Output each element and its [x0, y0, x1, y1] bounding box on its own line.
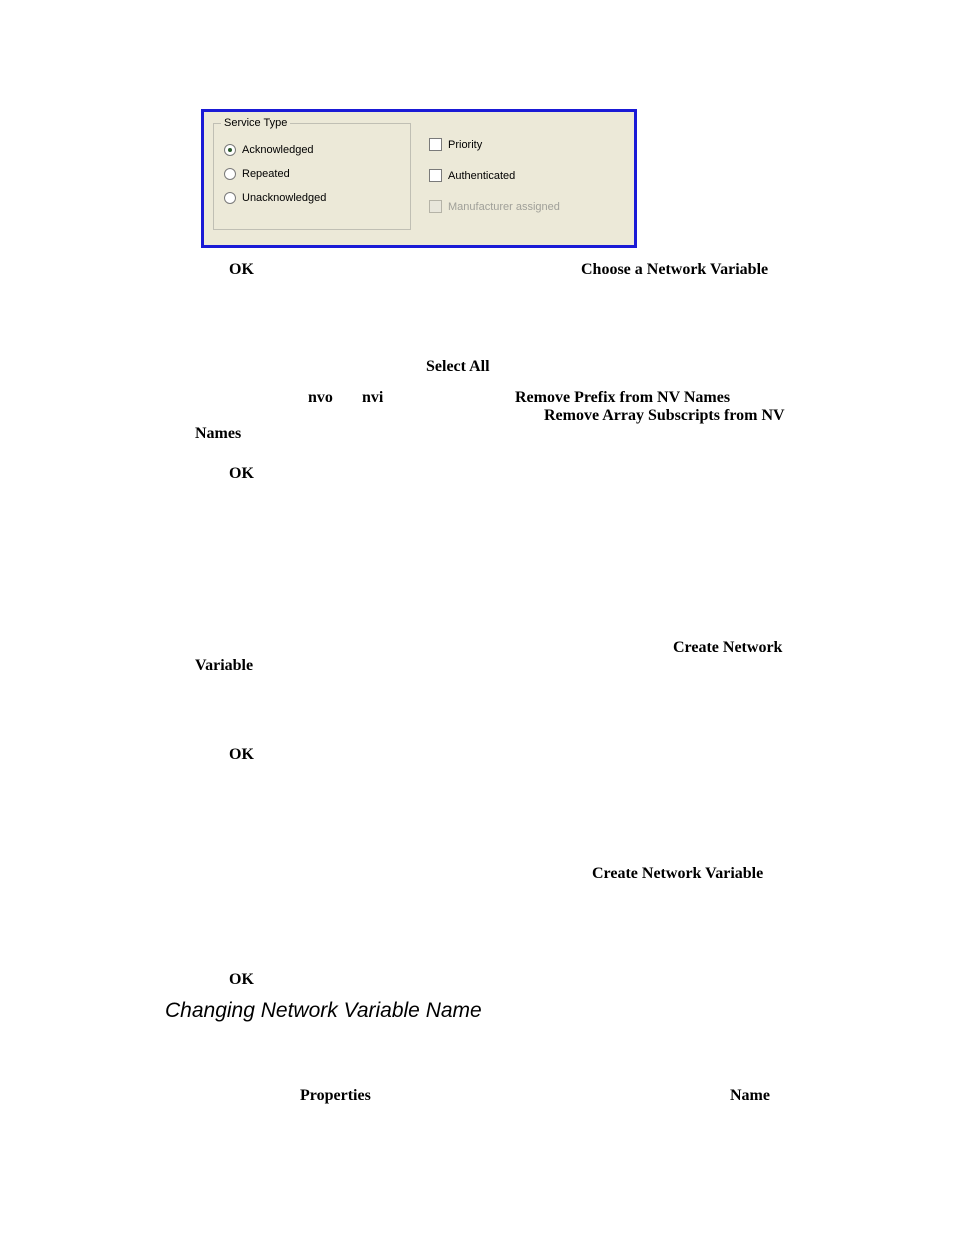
checkbox-icon: [429, 138, 442, 151]
properties-label: Properties: [300, 1087, 371, 1105]
nvo-prefix: nvo: [308, 389, 333, 407]
radio-icon: [224, 168, 236, 180]
radio-unacknowledged[interactable]: Unacknowledged: [224, 192, 326, 204]
radio-label: Acknowledged: [242, 144, 314, 156]
remove-prefix-label: Remove Prefix from NV Names: [515, 389, 730, 407]
checkbox-icon: [429, 200, 442, 213]
checkbox-priority[interactable]: Priority: [429, 138, 482, 151]
checkbox-label: Priority: [448, 139, 482, 151]
checkbox-label: Manufacturer assigned: [448, 201, 560, 213]
section-heading: Changing Network Variable Name: [165, 999, 482, 1023]
checkbox-label: Authenticated: [448, 170, 515, 182]
create-network-label: Create Network: [673, 639, 782, 657]
nvi-prefix: nvi: [362, 389, 383, 407]
create-network-variable-label: Create Network Variable: [592, 865, 763, 883]
choose-network-variable-label: Choose a Network Variable: [581, 261, 768, 279]
checkbox-manufacturer-assigned: Manufacturer assigned: [429, 200, 560, 213]
radio-icon: [224, 192, 236, 204]
radio-label: Unacknowledged: [242, 192, 326, 204]
checkbox-authenticated[interactable]: Authenticated: [429, 169, 515, 182]
service-type-dialog: Service Type Acknowledged Repeated Unack…: [201, 109, 637, 248]
names-label: Names: [195, 425, 241, 443]
ok-button-label: OK: [229, 971, 254, 989]
radio-repeated[interactable]: Repeated: [224, 168, 290, 180]
variable-label: Variable: [195, 657, 253, 675]
name-label: Name: [730, 1087, 770, 1105]
radio-acknowledged[interactable]: Acknowledged: [224, 144, 314, 156]
radio-label: Repeated: [242, 168, 290, 180]
checkbox-icon: [429, 169, 442, 182]
radio-icon: [224, 144, 236, 156]
document-page: Service Type Acknowledged Repeated Unack…: [0, 0, 954, 1235]
remove-subscripts-label: Remove Array Subscripts from NV: [544, 407, 785, 425]
fieldset-legend: Service Type: [221, 117, 290, 129]
ok-button-label: OK: [229, 465, 254, 483]
select-all-label: Select All: [426, 358, 490, 376]
ok-button-label: OK: [229, 746, 254, 764]
service-type-fieldset: Service Type Acknowledged Repeated Unack…: [213, 123, 411, 230]
ok-button-label: OK: [229, 261, 254, 279]
